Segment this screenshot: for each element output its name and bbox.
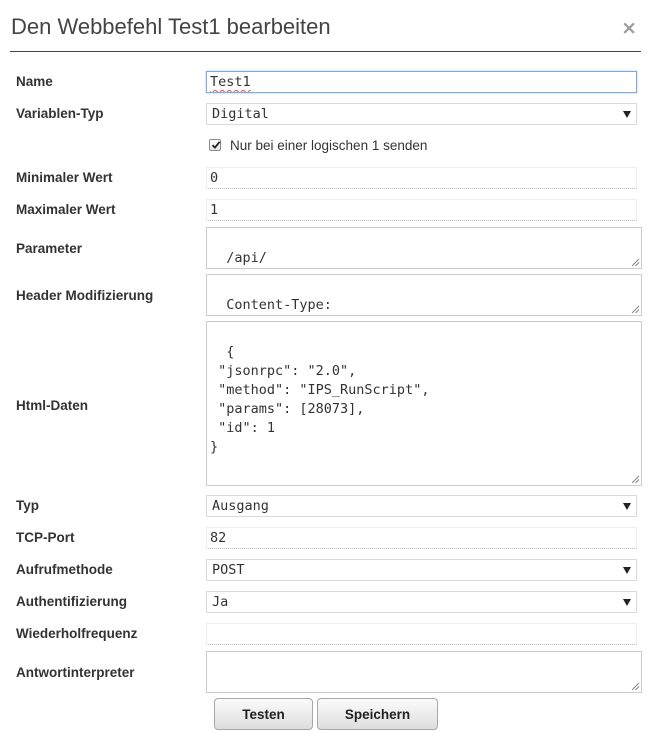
chevron-down-icon [623,503,631,510]
authentifizierung-label: Authentifizierung [16,594,127,609]
minimaler-wert-value: 0 [210,170,219,186]
header-modifizierung-value: Content-Type: [226,297,332,313]
parameter-label: Parameter [16,241,83,256]
resize-grip-icon[interactable] [631,258,640,267]
save-button[interactable]: Speichern [317,698,438,730]
maximaler-wert-value: 1 [210,202,219,218]
resize-grip-icon[interactable] [631,475,640,484]
maximaler-wert-label: Maximaler Wert [16,202,116,217]
test-button[interactable]: Testen [214,698,313,730]
typ-value: Ausgang [212,498,269,514]
header-modifizierung-textarea[interactable]: Content-Type: [206,274,642,316]
wiederholfrequenz-input[interactable] [206,623,637,645]
nur-logische-1-checkbox[interactable] [209,139,221,151]
html-daten-textarea[interactable]: { "jsonrpc": "2.0", "method": "IPS_RunSc… [206,321,642,486]
variablen-typ-select[interactable]: Digital [206,103,637,125]
chevron-down-icon [623,567,631,574]
resize-grip-icon[interactable] [631,305,640,314]
nur-logische-1-label: Nur bei einer logischen 1 senden [230,138,428,153]
wiederholfrequenz-label: Wiederholfrequenz [16,626,138,641]
check-icon [211,141,221,149]
close-icon[interactable]: × [621,18,637,38]
aufrufmethode-select[interactable]: POST [206,559,637,581]
authentifizierung-select[interactable]: Ja [206,591,637,613]
tcp-port-value: 82 [210,530,227,546]
tcp-port-label: TCP-Port [16,530,75,545]
dialog-titlebar: Den Webbefehl Test1 bearbeiten × [0,0,654,52]
tcp-port-input[interactable]: 82 [206,527,637,549]
html-daten-value: { "jsonrpc": "2.0", "method": "IPS_RunSc… [210,344,430,455]
typ-label: Typ [16,498,39,513]
name-label: Name [16,74,53,89]
antwortinterpreter-textarea[interactable] [206,651,642,693]
name-value: Test1 [210,74,251,90]
typ-select[interactable]: Ausgang [206,495,637,517]
dialog-title: Den Webbefehl Test1 bearbeiten [11,14,331,39]
title-divider [10,51,641,52]
chevron-down-icon [623,599,631,606]
name-input[interactable]: Test1 [206,71,637,93]
antwortinterpreter-label: Antwortinterpreter [16,665,135,680]
aufrufmethode-value: POST [212,562,245,578]
variablen-typ-value: Digital [212,106,269,122]
chevron-down-icon [623,111,631,118]
parameter-value: /api/ [226,250,267,266]
authentifizierung-value: Ja [212,594,229,610]
html-daten-label: Html-Daten [16,398,89,413]
aufrufmethode-label: Aufrufmethode [16,562,113,577]
minimaler-wert-label: Minimaler Wert [16,170,113,185]
variablen-typ-label: Variablen-Typ [16,106,104,121]
minimaler-wert-input[interactable]: 0 [206,167,637,189]
header-modifizierung-label: Header Modifizierung [16,288,154,303]
resize-grip-icon[interactable] [631,682,640,691]
maximaler-wert-input[interactable]: 1 [206,199,637,221]
parameter-textarea[interactable]: /api/ [206,227,642,269]
